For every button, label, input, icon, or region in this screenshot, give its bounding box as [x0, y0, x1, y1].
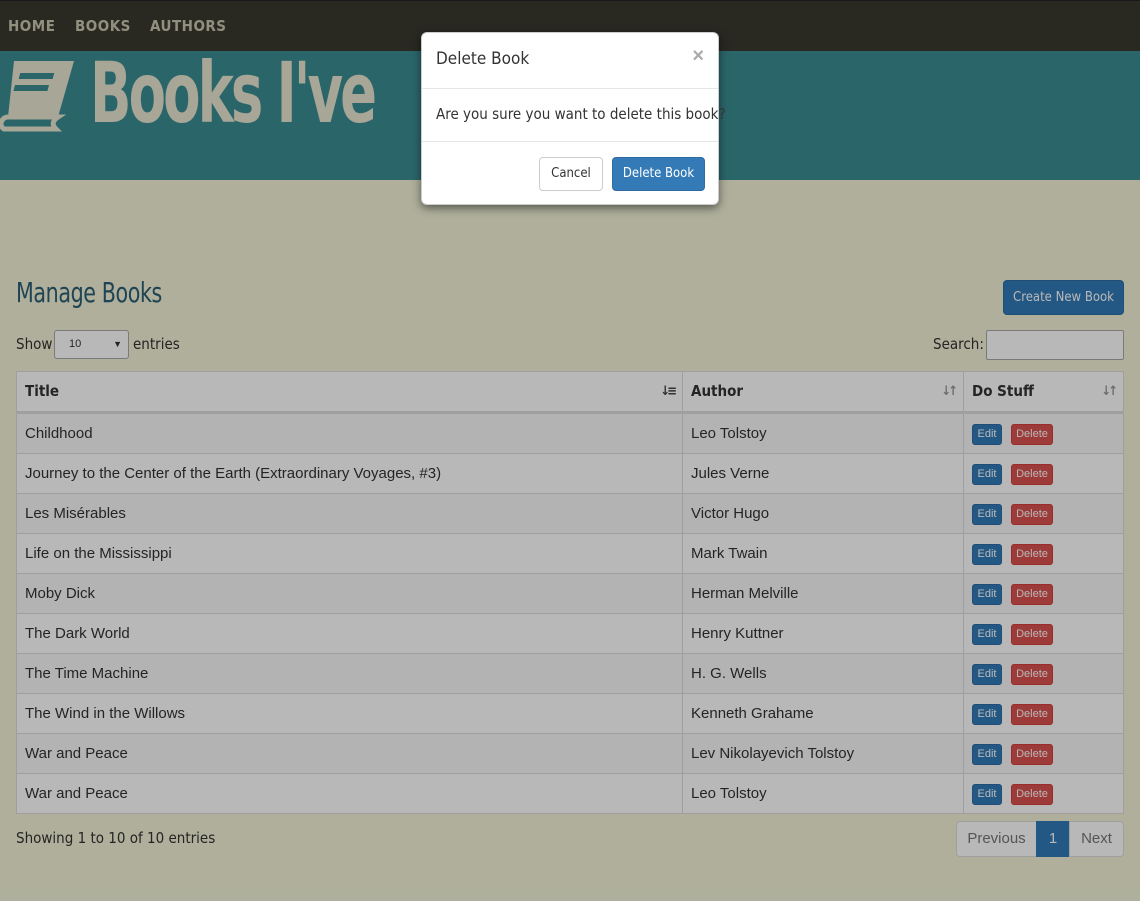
delete-book-modal: Delete Book × Are you sure you want to d… [421, 32, 726, 205]
confirm-delete-button[interactable]: Delete Book [612, 157, 705, 191]
close-icon[interactable]: × [692, 45, 704, 68]
modal-message: Are you sure you want to delete this boo… [436, 105, 726, 123]
modal-title: Delete Book [436, 49, 530, 69]
modal-footer: Cancel Delete Book [422, 141, 718, 205]
cancel-button[interactable]: Cancel [539, 157, 603, 191]
modal-header: Delete Book × [422, 33, 718, 89]
